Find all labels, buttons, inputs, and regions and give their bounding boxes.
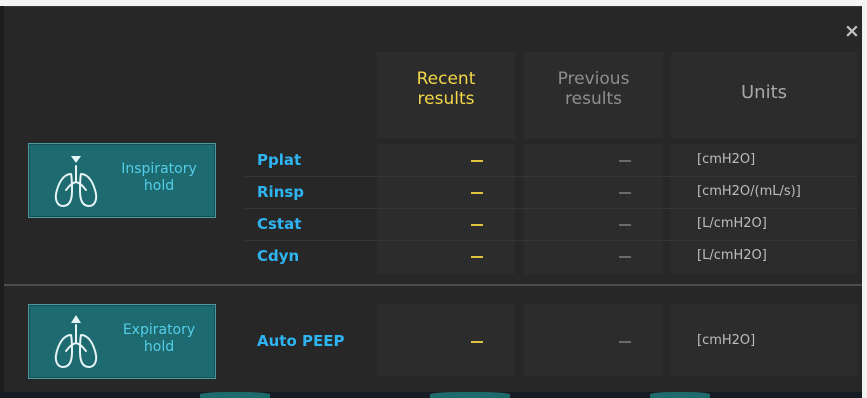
- parameter-label: Cdyn: [257, 247, 300, 265]
- parameter-label: Cstat: [257, 215, 302, 233]
- row-separator: [245, 240, 857, 241]
- expiratory-hold-button[interactable]: Expiratory hold: [28, 304, 216, 379]
- recent-results-header: Recent results: [416, 69, 476, 109]
- unit-label: [L/cmH2O]: [697, 216, 767, 231]
- parameter-label: Auto PEEP: [257, 332, 345, 350]
- recent-column-inspiratory: [377, 144, 515, 274]
- unit-label: [cmH2O]: [697, 333, 756, 348]
- row-separator: [245, 176, 857, 177]
- previous-value: [619, 256, 631, 258]
- unit-label: [cmH2O/(mL/s)]: [697, 184, 801, 199]
- close-icon[interactable]: ×: [842, 20, 862, 42]
- parameter-label: Rinsp: [257, 183, 305, 201]
- lungs-inhale-icon: [54, 156, 98, 207]
- previous-column-inspiratory: [524, 144, 663, 274]
- units-header: Units: [740, 82, 788, 103]
- section-divider: [4, 284, 862, 286]
- background-waveform-strip: [0, 392, 862, 398]
- recent-value: [471, 256, 483, 258]
- previous-column-expiratory: [524, 304, 663, 376]
- recent-value: [471, 341, 483, 343]
- unit-label: [L/cmH2O]: [697, 248, 767, 263]
- recent-column-expiratory: [377, 304, 515, 376]
- unit-label: [cmH2O]: [697, 152, 756, 167]
- inspiratory-hold-label: Inspiratory hold: [121, 161, 197, 194]
- previous-value: [619, 341, 631, 343]
- expiratory-hold-label: Expiratory hold: [122, 322, 196, 355]
- row-separator: [245, 208, 857, 209]
- previous-value: [619, 224, 631, 226]
- previous-value: [619, 160, 631, 162]
- recent-value: [471, 224, 483, 226]
- recent-value: [471, 160, 483, 162]
- lungs-exhale-icon: [54, 315, 98, 368]
- previous-results-header: Previous results: [557, 69, 630, 109]
- recent-value: [471, 192, 483, 194]
- inspiratory-hold-button[interactable]: Inspiratory hold: [28, 143, 216, 218]
- parameter-label: Pplat: [257, 151, 302, 169]
- previous-value: [619, 192, 631, 194]
- right-edge: [862, 0, 867, 398]
